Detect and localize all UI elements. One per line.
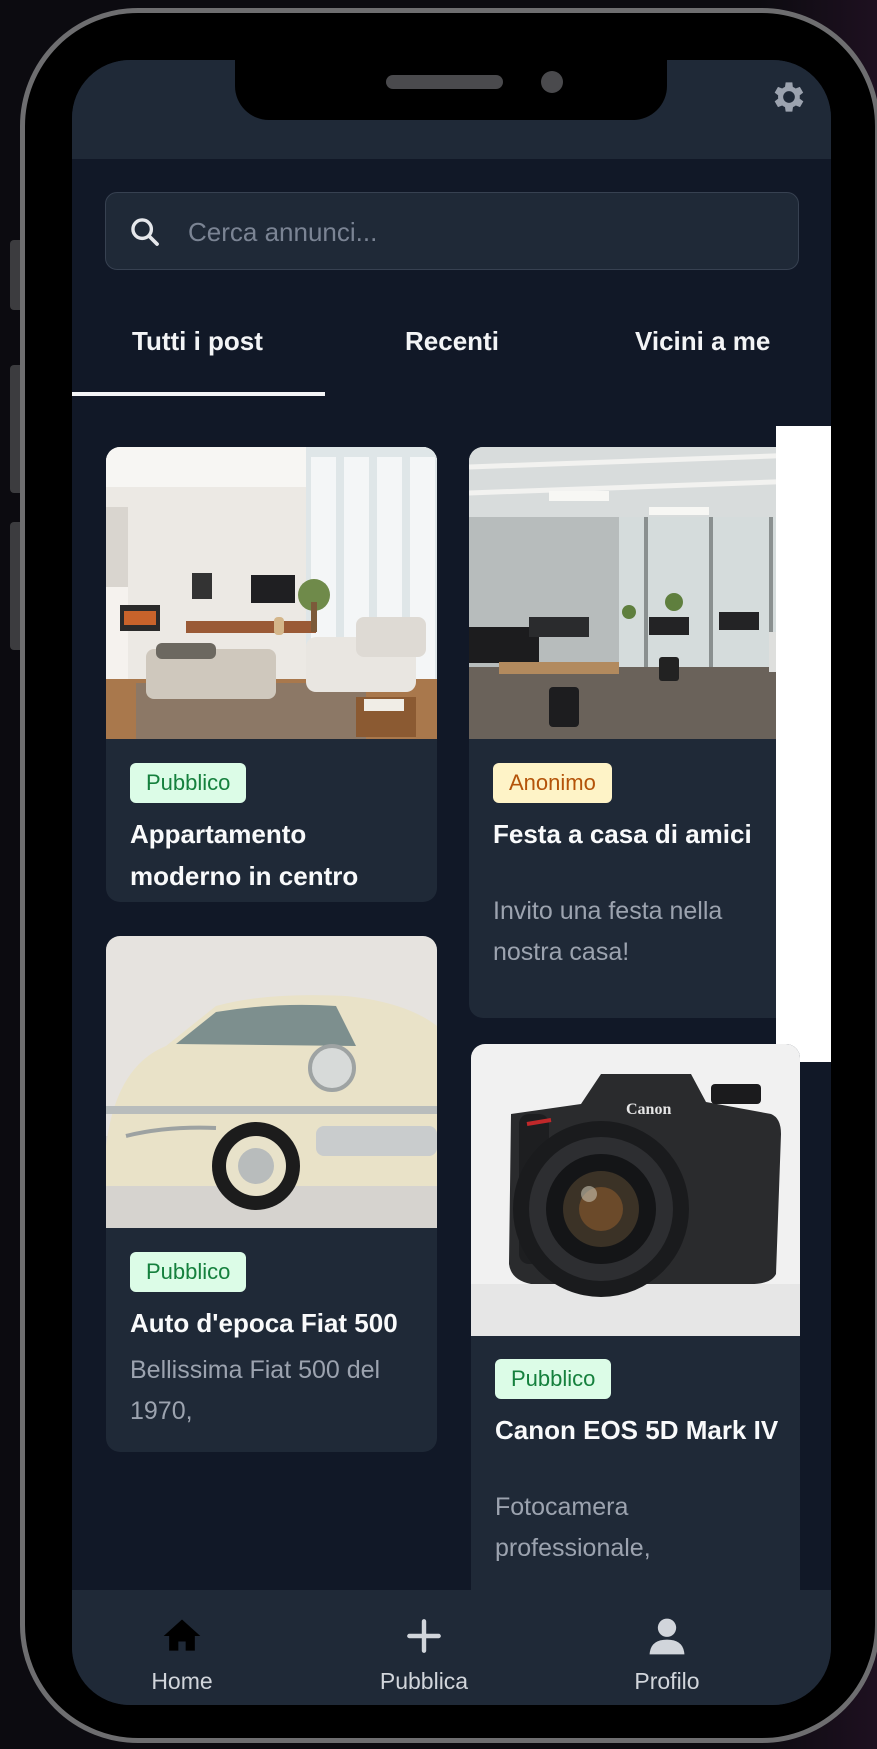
post-description: Invito una festa nella nostra casa!	[493, 897, 723, 966]
visibility-badge: Pubblico	[130, 763, 247, 803]
nav-label: Home	[151, 1668, 213, 1694]
speaker-grille	[386, 75, 503, 89]
vintage-car-photo	[106, 936, 437, 1228]
tab-active-indicator	[72, 392, 325, 396]
visibility-badge: Anonimo	[493, 763, 612, 803]
post-description: Bellissima Fiat 500 del 1970,	[130, 1356, 381, 1425]
post-card[interactable]: Anonimo Festa a casa di amici Invito una…	[469, 447, 800, 1018]
post-description: Fotocamera professionale,	[495, 1493, 651, 1562]
bottom-navigation: Home Pubblica Profilo	[72, 1590, 831, 1705]
tab-bar: Tutti i post Recenti Vicini a me	[72, 300, 831, 400]
post-title: Auto d'epoca Fiat 500	[130, 1308, 398, 1338]
tab-recent[interactable]: Recenti	[405, 326, 499, 357]
phone-side-button	[10, 522, 20, 650]
phone-notch	[235, 60, 667, 120]
nav-publish[interactable]: Pubblica	[324, 1590, 524, 1705]
visibility-badge: Pubblico	[130, 1252, 247, 1292]
gear-icon[interactable]	[769, 77, 809, 117]
post-title: Festa a casa di amici	[493, 819, 752, 849]
phone-side-button	[10, 365, 20, 493]
post-card[interactable]: Pubblico Auto d'epoca Fiat 500 Bellissim…	[106, 936, 437, 1452]
plus-icon	[407, 1619, 441, 1653]
camera-brand-text: Canon	[626, 1101, 671, 1118]
office-photo	[469, 447, 800, 739]
search-icon	[131, 218, 159, 246]
camera-photo: Canon	[471, 1044, 800, 1336]
post-card[interactable]: Canon Pubblico Canon EOS 5D Mark IV Foto…	[471, 1044, 800, 1624]
tab-near-me[interactable]: Vicini a me	[635, 326, 770, 357]
app-screen: Tutti i post Recenti Vicini a me	[72, 60, 831, 1705]
visibility-badge: Pubblico	[495, 1359, 612, 1399]
side-panel-overlay	[776, 426, 831, 1062]
nav-label: Pubblica	[379, 1668, 469, 1694]
post-title: Appartamento moderno in centro	[130, 819, 359, 891]
tab-all-posts[interactable]: Tutti i post	[132, 326, 263, 357]
phone-side-button	[10, 240, 20, 310]
post-card[interactable]: Pubblico Appartamento moderno in centro	[106, 447, 437, 902]
nav-label: Profilo	[634, 1668, 700, 1694]
front-camera	[541, 71, 563, 93]
home-icon	[163, 1619, 201, 1651]
top-bar	[72, 60, 831, 159]
nav-home[interactable]: Home	[82, 1590, 282, 1705]
nav-profile[interactable]: Profilo	[567, 1590, 767, 1705]
search-input[interactable]	[186, 193, 780, 271]
search-bar[interactable]	[105, 192, 799, 271]
post-title: Canon EOS 5D Mark IV	[495, 1415, 779, 1445]
user-icon	[649, 1618, 685, 1655]
living-room-photo	[106, 447, 437, 739]
